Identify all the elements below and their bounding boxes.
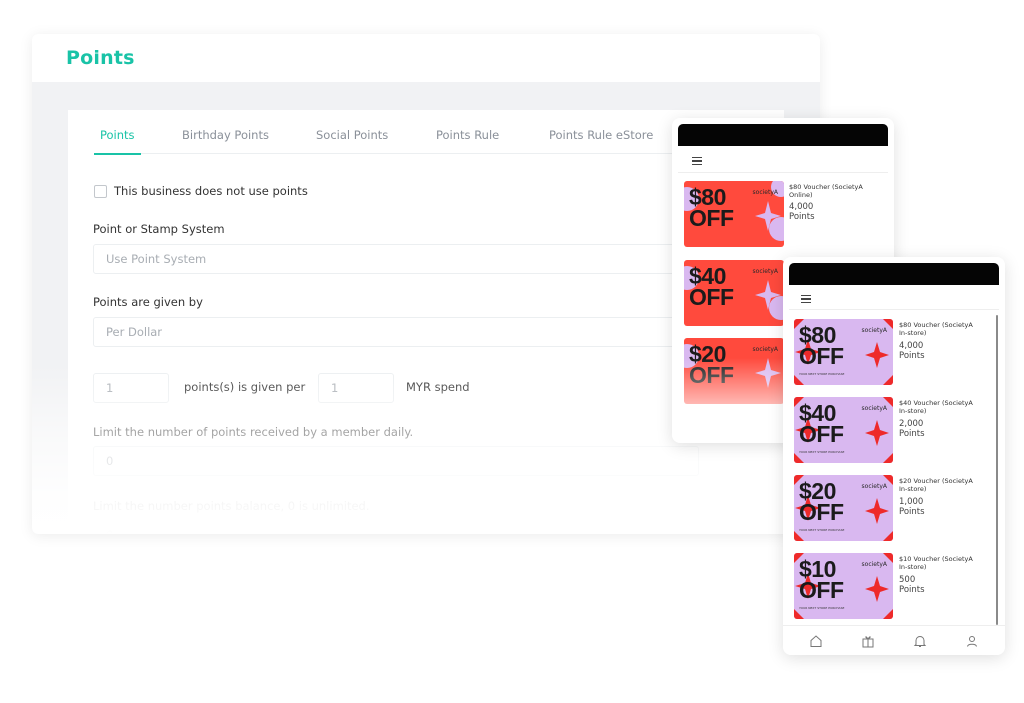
phone-notch	[789, 263, 999, 285]
profile-icon[interactable]	[965, 634, 979, 648]
voucher-amount: $80 OFF	[689, 184, 734, 231]
voucher-card: $40 OFF societyA	[684, 260, 784, 326]
voucher-amount: $40 OFF	[799, 400, 844, 447]
daily-limit-label: Limit the number of points received by a…	[93, 425, 414, 439]
voucher-title: $80 Voucher (SocietyA Online)	[789, 183, 863, 199]
given-by-select[interactable]: Per Dollar	[93, 317, 699, 347]
voucher-amount: $40 OFF	[689, 263, 734, 310]
points-given-per-text: points(s) is given per	[184, 380, 306, 394]
header-divider	[789, 309, 999, 310]
scrollbar[interactable]	[996, 315, 998, 625]
tab-social-points[interactable]: Social Points	[316, 128, 388, 154]
bell-icon[interactable]	[913, 634, 927, 648]
voucher-amount: $20 OFF	[689, 341, 734, 388]
voucher-fine-print: YOUR NEXT STORE PURCHASE	[799, 528, 845, 532]
hamburger-menu-icon[interactable]	[801, 295, 811, 303]
home-icon[interactable]	[809, 634, 823, 648]
tab-points[interactable]: Points	[94, 128, 141, 155]
voucher-points: 4,000 Points	[789, 202, 815, 222]
voucher-card: $80 OFF societyA YOUR NEXT STORE PURCHASE	[794, 319, 893, 385]
voucher-title: $20 Voucher (SocietyA In-store)	[899, 477, 973, 493]
balance-limit-value[interactable]: 0	[106, 528, 113, 534]
no-points-option: This business does not use points	[94, 184, 308, 198]
no-points-checkbox[interactable]	[94, 184, 107, 198]
daily-limit-input[interactable]: 0	[93, 446, 699, 476]
voucher-brand: societyA	[752, 268, 778, 275]
voucher-brand: societyA	[861, 327, 887, 334]
voucher-card: $10 OFF societyA YOUR NEXT STORE PURCHASE	[794, 553, 893, 619]
voucher-title: $40 Voucher (SocietyA In-store)	[899, 399, 973, 415]
bottom-nav	[783, 625, 1005, 655]
voucher-card: $80 OFF societyA	[684, 181, 784, 247]
voucher-points: 2,000 Points	[899, 419, 925, 439]
voucher-fine-print: YOUR NEXT STORE PURCHASE	[799, 372, 845, 376]
phone-notch	[678, 124, 888, 146]
voucher-amount: $80 OFF	[799, 322, 844, 369]
voucher-brand: societyA	[861, 561, 887, 568]
voucher-card: $20 OFF societyA YOUR NEXT STORE PURCHASE	[794, 475, 893, 541]
hamburger-menu-icon[interactable]	[692, 157, 702, 165]
voucher-brand: societyA	[752, 189, 778, 196]
voucher-amount: $10 OFF	[799, 556, 844, 603]
gift-icon[interactable]	[861, 634, 875, 648]
voucher-brand: societyA	[861, 483, 887, 490]
voucher-title: $80 Voucher (SocietyA In-store)	[899, 321, 973, 337]
header-divider	[678, 172, 888, 173]
voucher-card: $20 OFF societyA	[684, 338, 784, 404]
tab-points-rule-estore[interactable]: Points Rule eStore	[549, 128, 653, 154]
tab-points-rule[interactable]: Points Rule	[436, 128, 499, 154]
voucher-card: $40 OFF societyA YOUR NEXT STORE PURCHASE	[794, 397, 893, 463]
phone-instore-vouchers: $80 OFF societyA YOUR NEXT STORE PURCHASE…	[783, 257, 1005, 655]
balance-limit-label: Limit the number points balance, 0 is un…	[93, 499, 370, 513]
voucher-brand: societyA	[752, 346, 778, 353]
voucher-points: 500 Points	[899, 575, 925, 595]
voucher-points: 4,000 Points	[899, 341, 925, 361]
voucher-title: $10 Voucher (SocietyA In-store)	[899, 555, 973, 571]
voucher-fine-print: YOUR NEXT STORE PURCHASE	[799, 606, 845, 610]
system-label: Point or Stamp System	[93, 222, 225, 236]
given-by-label: Points are given by	[93, 295, 203, 309]
page-title: Points	[66, 47, 135, 69]
panel-header: Points	[32, 34, 820, 82]
voucher-amount: $20 OFF	[799, 478, 844, 525]
voucher-brand: societyA	[861, 405, 887, 412]
tab-birthday-points[interactable]: Birthday Points	[182, 128, 269, 154]
system-select[interactable]: Use Point System	[93, 244, 699, 274]
spend-amount-input[interactable]: 1	[318, 373, 394, 403]
voucher-fine-print: YOUR NEXT STORE PURCHASE	[799, 450, 845, 454]
voucher-points: 1,000 Points	[899, 497, 925, 517]
points-amount-input[interactable]: 1	[93, 373, 169, 403]
no-points-label: This business does not use points	[114, 184, 308, 198]
currency-spend-text: MYR spend	[406, 380, 470, 394]
